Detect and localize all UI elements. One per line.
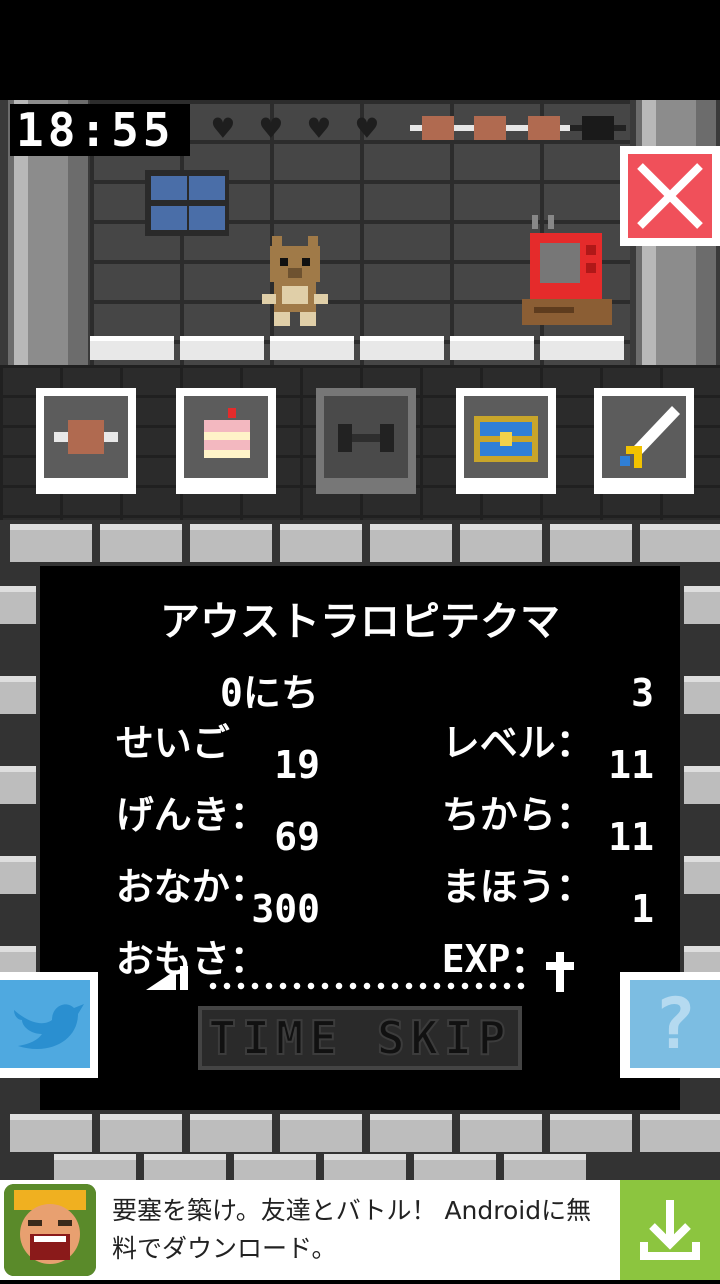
top-bar bbox=[0, 0, 720, 100]
ad-download-button[interactable] bbox=[620, 1180, 720, 1280]
stat-value: 3 bbox=[631, 671, 654, 715]
stat-value: 300 bbox=[251, 887, 320, 931]
ad-app-icon[interactable] bbox=[4, 1184, 96, 1276]
clock-display: 18:55 bbox=[10, 104, 190, 156]
room-floor bbox=[90, 330, 630, 365]
heart-icon: ♥ bbox=[212, 109, 234, 149]
ad-text[interactable]: 要塞を築け。友達とバトル！ Androidに無料でダウンロード。 bbox=[112, 1192, 612, 1268]
stat-value: 11 bbox=[608, 743, 654, 787]
stat-value: 19 bbox=[274, 743, 320, 787]
start-marker-icon bbox=[146, 966, 188, 990]
item-battle-button[interactable] bbox=[594, 388, 694, 494]
sword-icon bbox=[620, 406, 680, 468]
food-meter-icon bbox=[462, 116, 518, 140]
room-window bbox=[145, 170, 229, 236]
close-button[interactable] bbox=[620, 146, 720, 246]
food-meter-icon bbox=[516, 116, 572, 140]
life-progress-track bbox=[146, 952, 576, 992]
stat-value: 1 bbox=[631, 887, 654, 931]
stat-value: 0にち bbox=[220, 671, 319, 715]
heart-icon: ♥ bbox=[260, 109, 282, 149]
creature-sprite[interactable] bbox=[262, 236, 328, 326]
food-meter-icon bbox=[410, 116, 466, 140]
treasure-chest-icon bbox=[474, 416, 538, 462]
item-treasure-button[interactable] bbox=[456, 388, 556, 494]
close-x-icon bbox=[637, 163, 703, 229]
item-cake-button[interactable] bbox=[176, 388, 276, 494]
game-character-icon bbox=[4, 1184, 96, 1276]
item-meat-button[interactable] bbox=[36, 388, 136, 494]
stat-value: 11 bbox=[608, 815, 654, 859]
dumbbell-icon bbox=[338, 424, 394, 452]
food-meter-empty-icon bbox=[570, 116, 626, 140]
stat-value: 69 bbox=[274, 815, 320, 859]
television[interactable] bbox=[520, 215, 615, 325]
item-training-button[interactable] bbox=[316, 388, 416, 494]
heart-icon: ♥ bbox=[356, 109, 378, 149]
help-button[interactable]: ? bbox=[620, 972, 720, 1078]
twitter-bird-icon bbox=[14, 1004, 84, 1050]
meat-icon bbox=[54, 420, 118, 454]
stone-divider-bottom bbox=[0, 1110, 720, 1192]
grave-cross-icon bbox=[546, 952, 574, 992]
cake-icon bbox=[204, 408, 250, 458]
stone-divider-top bbox=[0, 520, 720, 566]
time-skip-button[interactable]: TIME SKIP bbox=[198, 1006, 522, 1070]
creature-name: アウストラロピテクマ bbox=[160, 599, 560, 645]
download-arrow-icon bbox=[640, 1200, 700, 1260]
heart-icon: ♥ bbox=[308, 109, 330, 149]
twitter-share-button[interactable] bbox=[0, 972, 98, 1078]
question-mark-icon: ? bbox=[630, 980, 720, 1068]
